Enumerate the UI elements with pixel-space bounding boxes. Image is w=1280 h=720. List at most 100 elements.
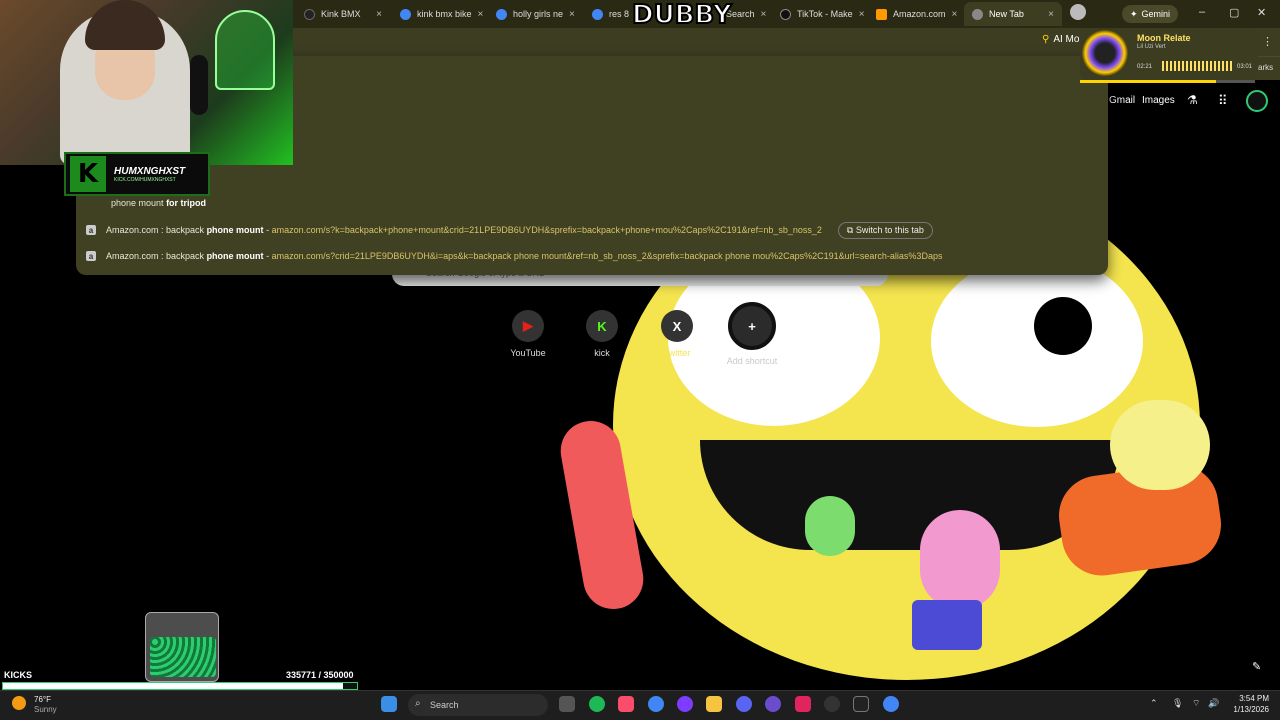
dubby-logo: DUBBY [631,0,733,31]
suggestion-query: phone mount for tripod [111,198,207,208]
shortcut-label: Twitter [663,348,691,358]
track-progress-bar [1080,80,1255,83]
search-sparkle-icon: ⚲ [1042,34,1050,45]
tab-kink-bmx[interactable]: Kink BMX × [296,2,390,26]
webcam-overlay [0,0,293,165]
menu-kebab-icon[interactable]: ⋮ [1262,35,1273,48]
taskbar [0,690,1280,720]
app-red-icon[interactable] [795,696,811,712]
close-icon[interactable]: × [859,9,865,20]
suggestion-phone-mount-tripod[interactable]: phone mount for tripod [111,193,206,213]
task-view-icon[interactable] [559,696,575,712]
tab-res-8[interactable]: res 8 - [584,2,632,26]
ghost-poster [215,10,275,90]
wallpaper-mouth [700,440,1120,550]
kicks-jar [145,612,219,682]
mic-icon[interactable]: 🎙 [1172,698,1183,709]
album-art [1082,30,1128,76]
taskbar-search[interactable]: ⌕ Search [408,694,548,716]
amazon-icon: a [86,225,96,235]
shortcut-add[interactable]: + Add shortcut [722,302,782,366]
streamer-brand-badge: K HUMXNGHXST KICK.COM/HUMXNGHXST [64,152,210,196]
chrome-icon[interactable] [648,696,664,712]
bookmarks-label[interactable]: arks [1258,63,1273,72]
x-twitter-icon: X [661,310,693,342]
add-shortcut-icon: + [728,302,776,350]
kick-icon: K [586,310,618,342]
apps-grid-icon[interactable]: ⠿ [1218,93,1228,109]
close-icon[interactable]: × [761,9,767,20]
tray-chevron-icon[interactable]: ⌃ [1150,698,1158,709]
file-explorer-icon[interactable] [706,696,722,712]
profile-avatar-icon[interactable] [1070,4,1086,20]
wifi-icon[interactable]: ⌔ [1192,698,1200,709]
shortcut-kick[interactable]: K kick [572,310,632,358]
ai-mode-button[interactable]: ⚲ AI Mo [1042,34,1079,45]
shortcut-twitter[interactable]: X Twitter [647,310,707,358]
tab-label: res 8 - [609,9,632,19]
maximize-icon[interactable]: ▢ [1229,6,1239,19]
discord-icon[interactable] [736,696,752,712]
tab-tiktok[interactable]: TikTok - Make × [772,2,866,26]
customize-pencil-icon[interactable]: ✎ [1252,660,1261,673]
brand-name: HUMXNGHXST [114,165,186,177]
twitch-icon[interactable] [765,696,781,712]
shortcut-label: YouTube [510,348,546,358]
elapsed-time: 02:21 [1137,64,1153,70]
tiktok-favicon-icon [780,8,791,20]
amazon-icon: a [86,251,96,261]
amazon-favicon-icon [876,8,887,20]
tab-label: TikTok - Make [797,9,853,19]
tab-label: New Tab [989,9,1024,19]
obs-icon[interactable] [824,696,840,712]
tab-new-tab[interactable]: New Tab × [964,2,1062,26]
switch-to-tab-button[interactable]: ⧉ Switch to this tab [837,221,933,239]
tab-amazon[interactable]: Amazon.com × [868,2,962,26]
chrome-favicon-icon [972,8,983,20]
gmail-link[interactable]: Gmail [1109,95,1135,106]
account-avatar[interactable] [1246,90,1268,112]
suggestion-amazon-2[interactable]: a Amazon.com : backpack phone mount - am… [86,246,942,266]
browser-purple-icon[interactable] [677,696,693,712]
windows-start-icon[interactable] [381,696,397,712]
brand-url: KICK.COM/HUMXNGHXST [114,176,176,183]
shortcut-label: kick [594,348,610,358]
close-window-icon[interactable]: ✕ [1257,6,1266,19]
google-favicon-icon [496,8,507,20]
images-link[interactable]: Images [1142,95,1175,106]
labs-flask-icon[interactable]: ⚗ [1187,93,1198,107]
close-icon[interactable]: × [1048,9,1054,20]
youtube-icon: ▶ [512,310,544,342]
tab-label: Kink BMX [321,9,361,19]
tab-kink-bmx-bike[interactable]: kink bmx bike × [392,2,486,26]
wallpaper-pink-character [920,510,1000,610]
shortcut-youtube[interactable]: ▶ YouTube [498,310,558,358]
weather-condition: Sunny [34,705,57,714]
gemini-button[interactable]: ✦ Gemini [1122,5,1179,23]
microphone [190,55,208,115]
kicks-progress-fill [3,683,343,689]
close-icon[interactable]: × [478,9,484,20]
chrome-active-icon[interactable] [883,696,899,712]
close-icon[interactable]: × [952,9,958,20]
music-icon[interactable] [618,696,634,712]
now-playing-widget: Moon Relate Lil Uzi Vert 02:21 03:01 [1080,28,1258,80]
search-icon: ⌕ [415,698,421,709]
track-title: Moon Relate [1137,33,1191,43]
google-favicon-icon [400,8,411,20]
suggestion-amazon-1[interactable]: a Amazon.com : backpack phone mount - am… [86,220,933,240]
tab-label: holly girls ne [513,9,564,19]
kicks-label: KICKS [4,670,33,680]
close-icon[interactable]: × [376,9,382,20]
volume-icon[interactable]: 🔊 [1208,698,1219,709]
terminal-icon[interactable] [853,696,869,712]
taskbar-clock[interactable]: 3:54 PM 1/13/2026 [1225,693,1269,715]
clock-time: 3:54 PM [1239,694,1269,703]
close-icon[interactable]: × [569,9,575,20]
spotify-icon[interactable] [589,696,605,712]
tab-holly-girls[interactable]: holly girls ne × [488,2,582,26]
minimize-icon[interactable]: – [1199,6,1205,18]
total-time: 03:01 [1237,64,1253,70]
track-artist: Lil Uzi Vert [1137,44,1166,50]
google-favicon-icon [592,8,603,20]
